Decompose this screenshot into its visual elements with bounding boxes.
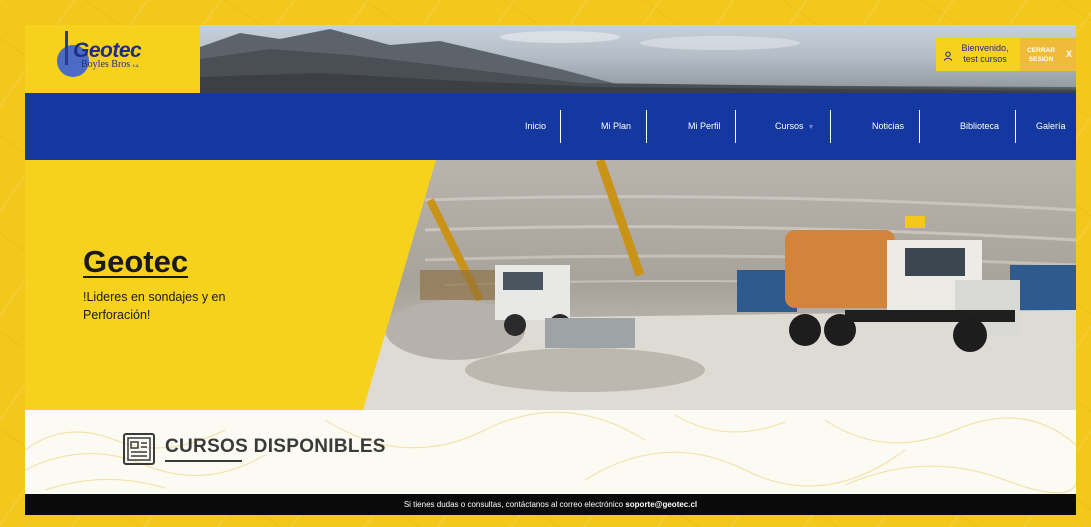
footer-email-link[interactable]: soporte@geotec.cl: [625, 500, 697, 509]
close-icon[interactable]: X: [1062, 38, 1076, 71]
courses-title: CURSOS DISPONIBLES: [165, 436, 386, 457]
courses-section: CURSOS DISPONIBLES: [25, 410, 1076, 494]
document-list-icon: [123, 433, 155, 465]
welcome-line-1: Bienvenido,: [961, 43, 1009, 53]
nav-separator: [560, 110, 561, 143]
footer-text: Si tienes dudas o consultas, contáctanos…: [403, 500, 624, 509]
logout-button[interactable]: CERRAR SESIÓN: [1020, 38, 1062, 71]
nav-item-mi-plan[interactable]: Mi Plan: [601, 93, 631, 160]
page: Geotec Boyles Bros s.a. Bienvenido, test…: [25, 25, 1076, 515]
drill-rig-icon: [65, 31, 68, 65]
nav-separator: [919, 110, 920, 143]
nav-item-galeria[interactable]: Galería: [1036, 93, 1066, 160]
nav-item-noticias[interactable]: Noticias: [872, 93, 904, 160]
hero-title: Geotec: [83, 244, 189, 279]
nav-item-cursos[interactable]: Cursos ▼: [775, 93, 814, 160]
nav-separator: [830, 110, 831, 143]
chevron-down-icon: ▼: [807, 124, 815, 131]
logout-label-1: CERRAR: [1027, 47, 1055, 54]
nav-item-biblioteca[interactable]: Biblioteca: [960, 93, 999, 160]
main-nav: Inicio Mi Plan Mi Perfil Cursos ▼ Noticia…: [25, 93, 1076, 160]
courses-title-underline: [165, 460, 242, 462]
logo-subtitle: Boyles Bros s.a.: [81, 59, 140, 70]
nav-item-mi-perfil[interactable]: Mi Perfil: [688, 93, 721, 160]
hero-subtitle: !Lideres en sondajes y en Perforación!: [83, 290, 226, 322]
welcome-box: Bienvenido, test cursos: [936, 38, 1020, 71]
user-icon: [943, 51, 953, 61]
hero-banner: Geotec !Lideres en sondajes y en Perfora…: [25, 160, 1076, 410]
nav-item-cursos-label: Cursos: [775, 121, 804, 131]
nav-separator: [1015, 110, 1016, 143]
logout-label-2: SESIÓN: [1028, 56, 1054, 63]
welcome-username: test cursos: [963, 54, 1007, 64]
logo[interactable]: Geotec Boyles Bros s.a.: [25, 25, 200, 93]
header: Geotec Boyles Bros s.a. Bienvenido, test…: [25, 25, 1076, 93]
nav-item-inicio[interactable]: Inicio: [525, 93, 546, 160]
footer-bar: Si tienes dudas o consultas, contáctanos…: [25, 494, 1076, 515]
nav-separator: [646, 110, 647, 143]
nav-separator: [735, 110, 736, 143]
